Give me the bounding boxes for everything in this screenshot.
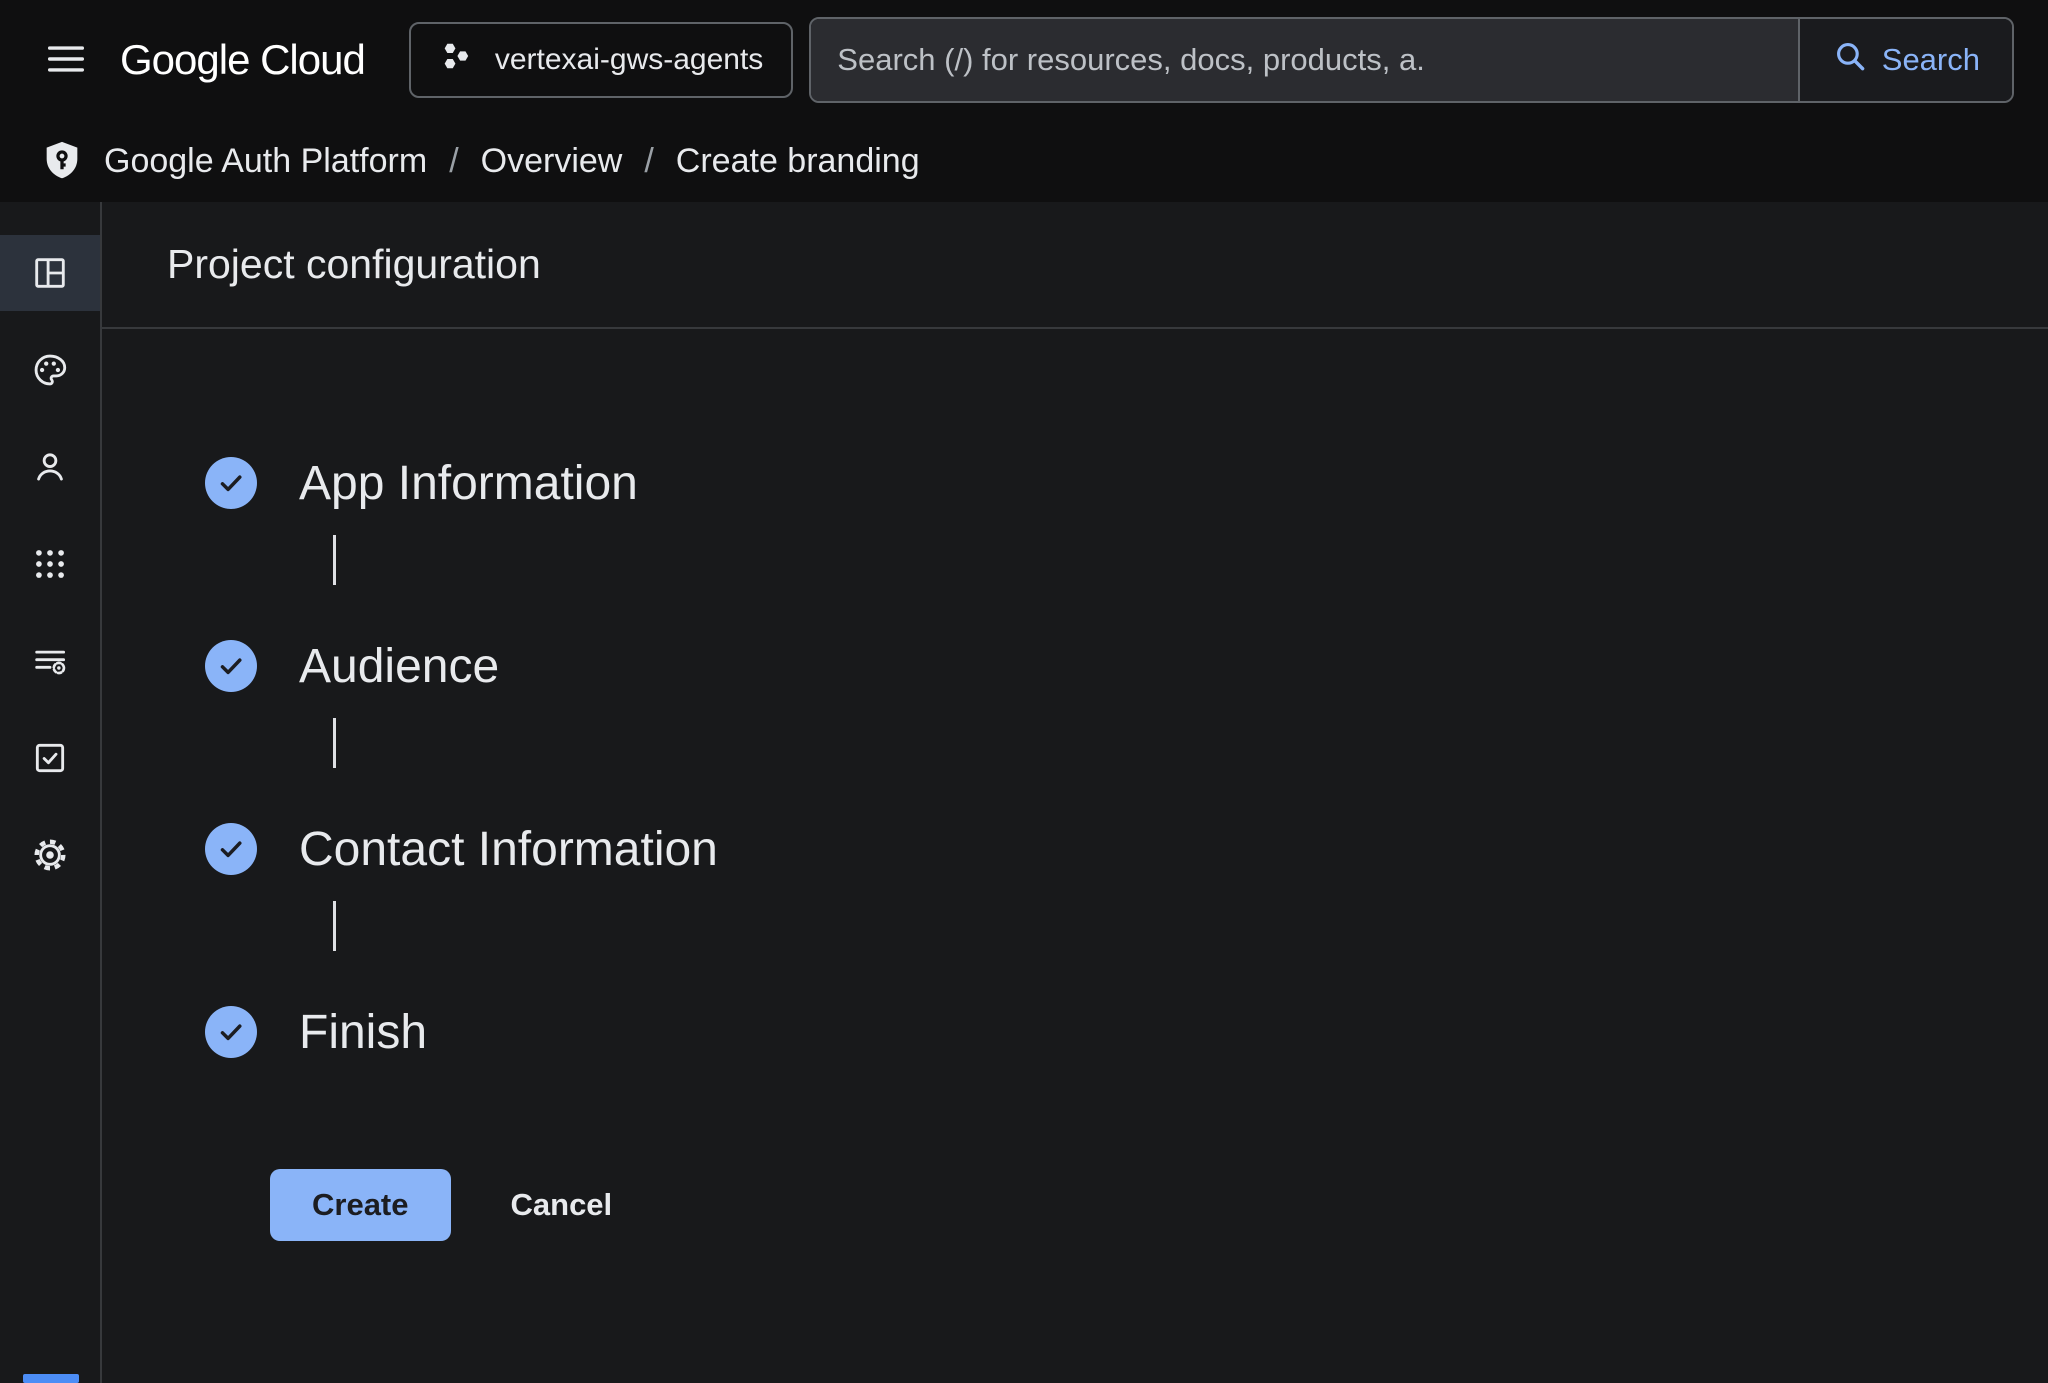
sidebar-item-clients[interactable]	[0, 526, 100, 602]
person-icon	[31, 448, 69, 486]
step-finish[interactable]: Finish	[205, 1006, 2048, 1058]
step-connector	[333, 535, 336, 585]
sidebar-item-settings[interactable]	[0, 817, 100, 893]
project-name: vertexai-gws-agents	[495, 43, 763, 77]
auth-platform-shield-key-icon	[38, 137, 86, 185]
step-connector	[333, 718, 336, 768]
create-button[interactable]: Create	[270, 1169, 451, 1241]
cancel-button[interactable]: Cancel	[491, 1169, 633, 1241]
sidebar-nav	[0, 202, 102, 1383]
search-icon	[1832, 38, 1868, 82]
step-label: Audience	[299, 639, 499, 694]
breadcrumb-item-auth-platform[interactable]: Google Auth Platform	[104, 142, 427, 181]
step-label: Contact Information	[299, 822, 718, 877]
sidebar-item-branding[interactable]	[0, 332, 100, 408]
page-title: Project configuration	[167, 241, 541, 288]
list-settings-icon	[31, 642, 69, 680]
step-completed-check-icon	[205, 1006, 257, 1058]
hamburger-icon	[43, 36, 89, 85]
app-body: Project configuration App Information	[0, 202, 2048, 1383]
search-button[interactable]: Search	[1798, 19, 2012, 101]
search-input[interactable]	[811, 19, 1797, 101]
settings-gear-icon	[31, 836, 69, 874]
search-button-label: Search	[1882, 42, 1980, 78]
step-label: App Information	[299, 456, 638, 511]
project-icon	[439, 39, 473, 81]
step-label: Finish	[299, 1005, 427, 1060]
step-connector	[333, 901, 336, 951]
stepper: App Information Audience Contact I	[102, 329, 2048, 1241]
title-row: Project configuration	[102, 202, 2048, 329]
sidebar-item-audience[interactable]	[0, 429, 100, 505]
search-bar: Search	[809, 17, 2014, 103]
horizontal-scrollbar-thumb[interactable]	[23, 1374, 79, 1383]
sidebar-item-overview[interactable]	[0, 235, 100, 311]
step-completed-check-icon	[205, 823, 257, 875]
breadcrumb: Google Auth Platform / Overview / Create…	[0, 120, 2048, 202]
step-completed-check-icon	[205, 640, 257, 692]
step-app-information[interactable]: App Information	[205, 457, 2048, 509]
form-actions: Create Cancel	[270, 1169, 2048, 1241]
sidebar-item-verification[interactable]	[0, 720, 100, 796]
hamburger-menu-button[interactable]	[40, 34, 92, 86]
breadcrumb-separator: /	[644, 142, 653, 181]
step-completed-check-icon	[205, 457, 257, 509]
apps-grid-icon	[31, 545, 69, 583]
sidebar-item-data-access[interactable]	[0, 623, 100, 699]
main-content: Project configuration App Information	[102, 202, 2048, 1383]
breadcrumb-separator: /	[449, 142, 458, 181]
google-cloud-logo[interactable]: Google Cloud	[120, 36, 365, 84]
step-audience[interactable]: Audience	[205, 640, 2048, 692]
checkbox-icon	[31, 739, 69, 777]
breadcrumb-item-create-branding: Create branding	[676, 142, 920, 181]
dashboard-icon	[31, 254, 69, 292]
breadcrumb-item-overview[interactable]: Overview	[481, 142, 623, 181]
step-contact-information[interactable]: Contact Information	[205, 823, 2048, 875]
project-selector-button[interactable]: vertexai-gws-agents	[409, 22, 793, 98]
palette-icon	[31, 351, 69, 389]
top-app-bar: Google Cloud vertexai-gws-agents Search	[0, 0, 2048, 120]
